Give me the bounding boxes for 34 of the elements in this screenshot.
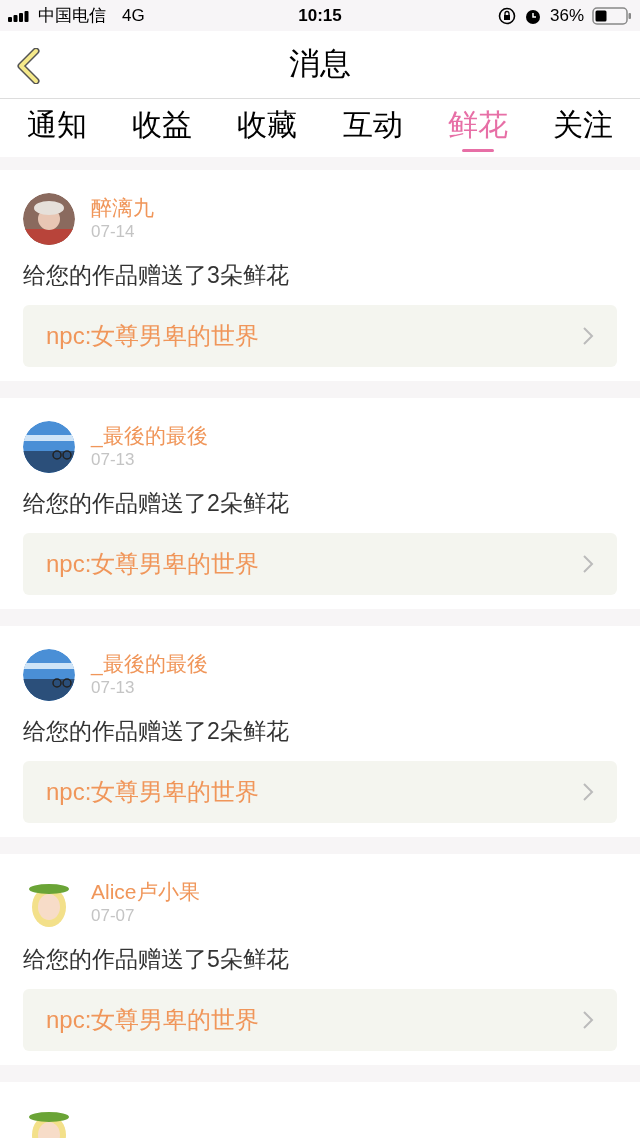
- user-name[interactable]: 醉漓九: [91, 195, 154, 221]
- tab[interactable]: 通知: [4, 99, 110, 157]
- user-name[interactable]: _最後的最後: [91, 423, 208, 449]
- chevron-right-icon: [582, 554, 594, 574]
- chevron-right-icon: [582, 782, 594, 802]
- user-name[interactable]: Alice卢小果: [91, 879, 200, 905]
- work-link[interactable]: npc:女尊男卑的世界: [23, 305, 617, 367]
- chevron-right-icon: [582, 1010, 594, 1030]
- message-date: 07-14: [91, 221, 136, 243]
- battery-percent: 36%: [549, 4, 584, 27]
- rotation-lock-icon: [497, 6, 516, 25]
- tab[interactable]: 互动: [320, 99, 426, 157]
- message-date: 07-13: [91, 449, 136, 471]
- message-text: 给您的作品赠送了2朵鲜花: [23, 489, 290, 518]
- tab[interactable]: 收藏: [214, 99, 320, 157]
- page-title: 消息: [289, 45, 351, 84]
- back-chevron-icon: [16, 48, 42, 84]
- tab[interactable]: 收益: [109, 99, 215, 157]
- battery-icon: [592, 6, 632, 25]
- status-time: 10:15: [298, 4, 342, 27]
- tab[interactable]: 鲜花: [425, 99, 531, 157]
- work-link[interactable]: npc:女尊男卑的世界: [23, 989, 617, 1051]
- message-date: 07-07: [91, 905, 136, 927]
- carrier-name: 中国电信: [38, 4, 106, 27]
- work-link[interactable]: npc:女尊男卑的世界: [23, 533, 617, 595]
- work-link[interactable]: npc:女尊男卑的世界: [23, 761, 617, 823]
- message-text: 给您的作品赠送了2朵鲜花: [23, 717, 290, 746]
- tab[interactable]: 关注: [530, 99, 636, 157]
- network-type: 4G: [122, 4, 145, 27]
- message-text: 给您的作品赠送了3朵鲜花: [23, 261, 290, 290]
- message-text: 给您的作品赠送了5朵鲜花: [23, 945, 290, 974]
- message-date: 07-13: [91, 677, 136, 699]
- user-name[interactable]: _最後的最後: [91, 651, 208, 677]
- chevron-right-icon: [582, 326, 594, 346]
